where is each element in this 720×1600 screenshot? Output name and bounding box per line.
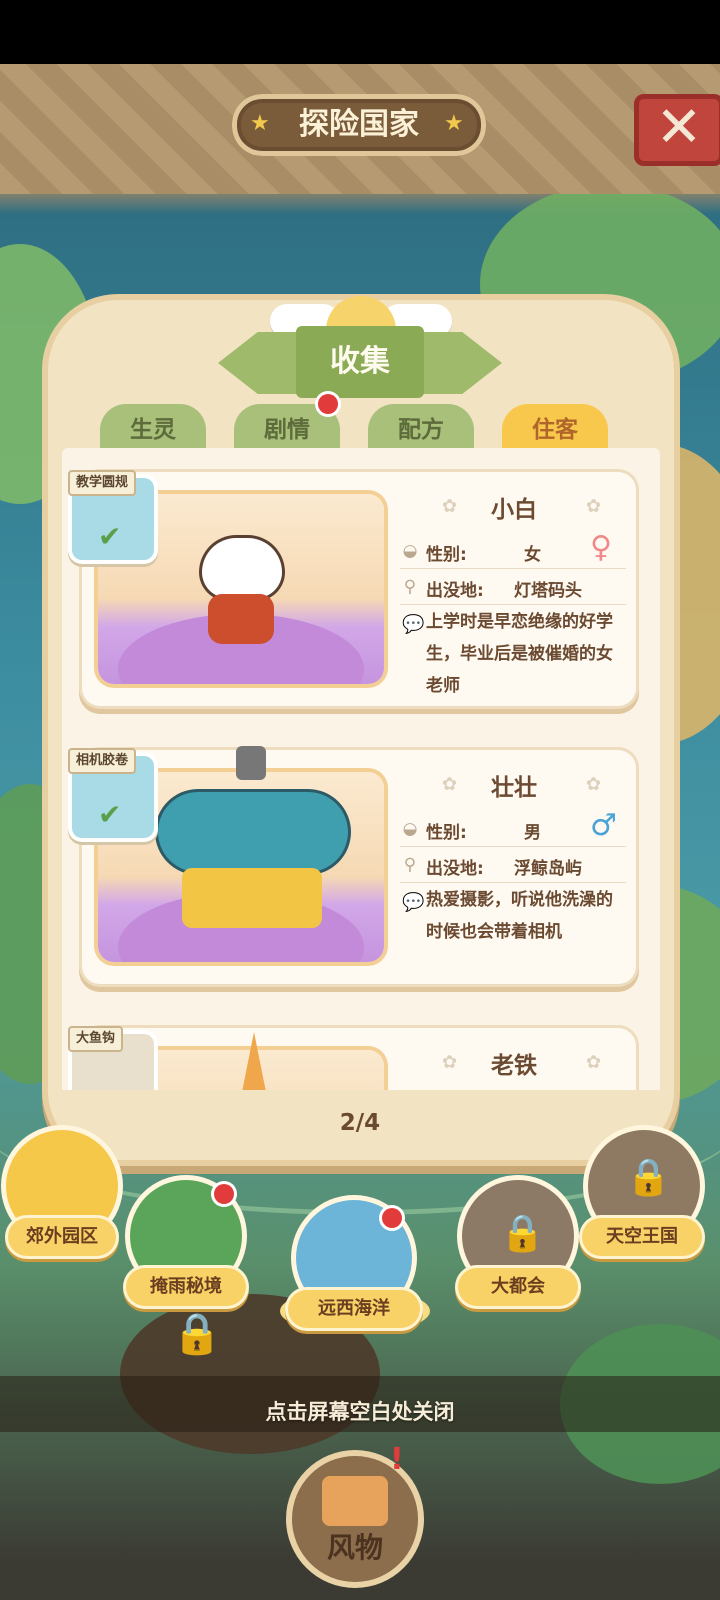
resident-description: 上学时是早恋绝缘的好学生，毕业后是被催婚的女老师 <box>426 612 613 696</box>
tab-creatures[interactable]: 生灵 <box>100 404 206 454</box>
check-icon: ✔ <box>98 798 122 831</box>
whale-vest <box>182 868 322 928</box>
photo-album-icon <box>322 1476 388 1526</box>
lock-icon: 🔒 <box>500 1213 545 1254</box>
flower-icon: ✿ <box>586 496 602 517</box>
panel-title-plate: 收集 <box>296 326 424 398</box>
region-label: 天空王国 <box>582 1218 702 1256</box>
region-badge <box>382 1208 402 1228</box>
location-value: 浮鲸岛屿 <box>514 859 582 879</box>
male-icon: ♂ <box>590 808 617 843</box>
souvenir-label: 风物 <box>326 1531 383 1564</box>
speech-bubble-icon: 💬 <box>402 614 425 635</box>
divider <box>400 568 626 569</box>
lock-icon: 🔒 <box>172 1311 222 1357</box>
gender-label: 性别: <box>426 823 467 843</box>
cat-face-icon: ◒ <box>402 541 418 561</box>
whale-character-icon <box>158 792 348 872</box>
page-title-plate: ★ 探险国家 ★ <box>232 94 486 156</box>
divider <box>400 846 626 847</box>
gender-value: 女 <box>524 545 541 565</box>
location-pin-icon: ⚲ <box>403 855 417 875</box>
bunny-character-icon <box>202 538 282 598</box>
close-hint: 点击屏幕空白处关闭 <box>265 1400 455 1424</box>
gender-label: 性别: <box>426 545 467 565</box>
souvenir-button[interactable]: ! 风物 <box>292 1442 418 1582</box>
region-label: 郊外园区 <box>8 1218 116 1256</box>
region-label: 远西海洋 <box>288 1290 420 1328</box>
location-pin-icon: ⚲ <box>403 577 417 597</box>
location-label: 出没地: <box>426 581 484 601</box>
divider <box>400 882 626 883</box>
close-button[interactable]: ✕ <box>634 94 720 166</box>
camera-icon <box>236 746 266 780</box>
resident-list[interactable]: 教学圆规 ✔ ✿ 小白 ✿ ◒ 性别: 女 ♀ ⚲ 出没地: 灯塔码头 💬 上学… <box>62 448 660 1114</box>
resident-description: 热爱摄影，听说他洗澡的时候也会带着相机 <box>426 890 613 942</box>
cat-face-icon: ◒ <box>402 819 418 839</box>
panel-title: 收集 <box>330 344 390 379</box>
divider <box>400 604 626 605</box>
speech-bubble-icon: 💬 <box>402 892 425 913</box>
close-icon: ✕ <box>655 95 703 160</box>
location-label: 出没地: <box>426 859 484 879</box>
tab-residents[interactable]: 住客 <box>502 404 608 454</box>
item-tag-label: 教学圆规 <box>68 470 137 496</box>
status-bar <box>0 0 720 64</box>
gender-value: 男 <box>524 823 541 843</box>
region-badge <box>214 1184 234 1204</box>
resident-card-xiaobai[interactable]: 教学圆规 ✔ ✿ 小白 ✿ ◒ 性别: 女 ♀ ⚲ 出没地: 灯塔码头 💬 上学… <box>68 470 636 706</box>
tab-story-badge <box>318 394 338 414</box>
alert-icon: ! <box>390 1442 404 1477</box>
item-tag: 教学圆规 ✔ <box>68 470 156 560</box>
region-label: 掩雨秘境 <box>126 1268 246 1306</box>
check-icon: ✔ <box>98 520 122 553</box>
resident-card-zhuangzhuang[interactable]: 相机胶卷 ✔ ✿ 壮壮 ✿ ◒ 性别: 男 ♂ ⚲ 出没地: 浮鲸岛屿 💬 热爱… <box>68 746 636 984</box>
resident-name: 小白 <box>491 497 537 523</box>
location-value: 灯塔码头 <box>514 581 582 601</box>
region-label: 大都会 <box>458 1268 578 1306</box>
item-tag-label: 相机胶卷 <box>68 748 137 774</box>
lock-icon: 🔒 <box>626 1157 671 1198</box>
flower-icon: ✿ <box>586 774 602 795</box>
bunny-shirt <box>208 594 274 644</box>
star-icon: ★ <box>444 111 464 136</box>
item-tag: 相机胶卷 ✔ <box>68 748 156 838</box>
female-icon: ♀ <box>590 530 612 565</box>
resident-name: 壮壮 <box>491 775 537 801</box>
tab-recipes[interactable]: 配方 <box>368 404 474 454</box>
